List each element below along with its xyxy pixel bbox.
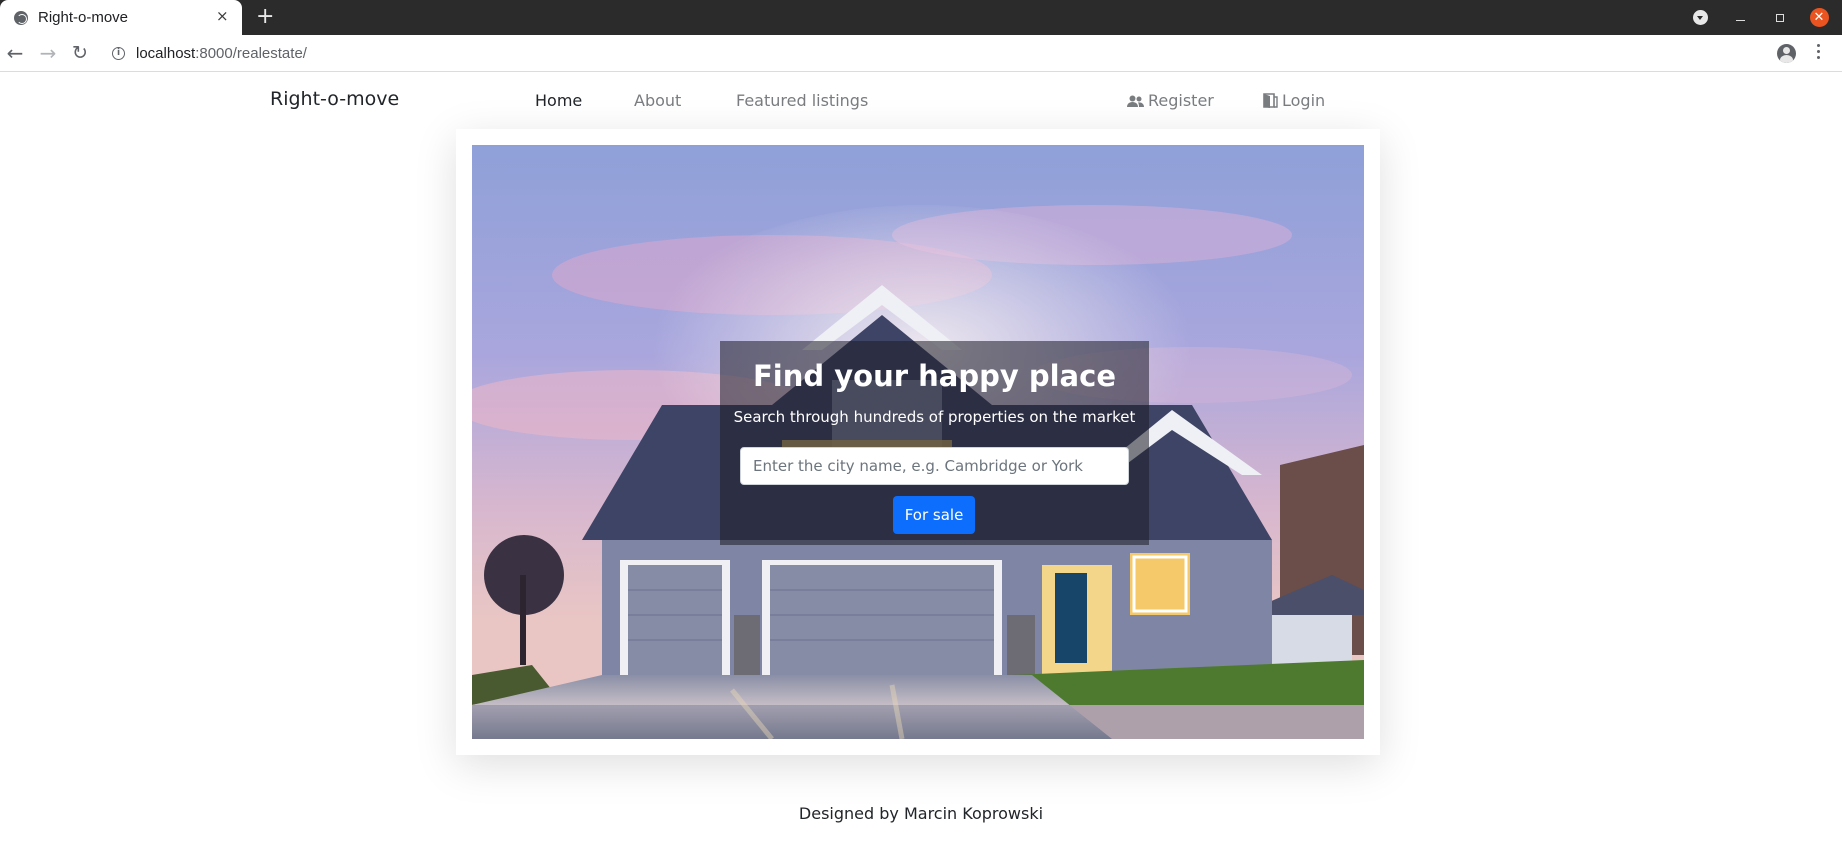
nav-login[interactable]: Login	[1263, 91, 1325, 110]
for-sale-button[interactable]: For sale	[893, 496, 975, 534]
hero-title: Find your happy place	[753, 359, 1116, 393]
profile-avatar-icon[interactable]	[1777, 44, 1796, 63]
address-bar[interactable]: i localhost:8000/realestate/ ☆	[104, 39, 1766, 68]
reload-icon[interactable]: ↻	[69, 42, 91, 64]
footer-credit: Designed by Marcin Koprowski	[798, 804, 1044, 823]
restore-icon[interactable]	[1770, 0, 1790, 35]
browser-tab[interactable]: Right-o-move ×	[0, 0, 242, 35]
site-navbar: Right-o-move Home About Featured listing…	[0, 73, 1842, 129]
info-icon[interactable]: i	[112, 47, 125, 60]
tab-close-icon[interactable]: ×	[216, 7, 229, 25]
url-host: localhost	[136, 45, 196, 62]
door-icon	[1263, 93, 1278, 108]
url-text[interactable]: localhost:8000/realestate/	[136, 45, 307, 62]
city-search-input[interactable]	[740, 447, 1129, 485]
nav-featured-listings[interactable]: Featured listings	[736, 91, 868, 110]
hero-subtitle: Search through hundreds of properties on…	[733, 408, 1136, 426]
forward-icon[interactable]: →	[37, 42, 59, 64]
nav-about[interactable]: About	[634, 91, 681, 110]
hero-house-image: Find your happy place Search through hun…	[472, 145, 1364, 739]
nav-login-label: Login	[1282, 91, 1326, 110]
tab-title: Right-o-move	[38, 9, 129, 26]
brand-logo[interactable]: Right-o-move	[270, 88, 399, 110]
browser-tab-bar: Right-o-move × + ✕	[0, 0, 1842, 35]
url-path: :8000/realestate/	[195, 45, 307, 62]
nav-home[interactable]: Home	[535, 91, 582, 110]
address-bar-row: ← → ↻ i localhost:8000/realestate/ ☆	[0, 35, 1842, 72]
nav-register-label: Register	[1148, 91, 1214, 110]
users-icon	[1127, 95, 1144, 107]
hero-card: Find your happy place Search through hun…	[456, 129, 1380, 755]
window-close-icon[interactable]: ✕	[1808, 0, 1830, 35]
minimize-icon[interactable]	[1730, 0, 1750, 35]
browser-menu-icon[interactable]	[1817, 44, 1821, 62]
back-icon[interactable]: ←	[4, 42, 26, 64]
new-tab-icon[interactable]: +	[256, 4, 274, 30]
nav-register[interactable]: Register	[1127, 91, 1214, 110]
globe-icon	[14, 11, 28, 25]
search-panel: Find your happy place Search through hun…	[720, 341, 1149, 545]
tab-search-icon[interactable]	[1688, 0, 1712, 35]
